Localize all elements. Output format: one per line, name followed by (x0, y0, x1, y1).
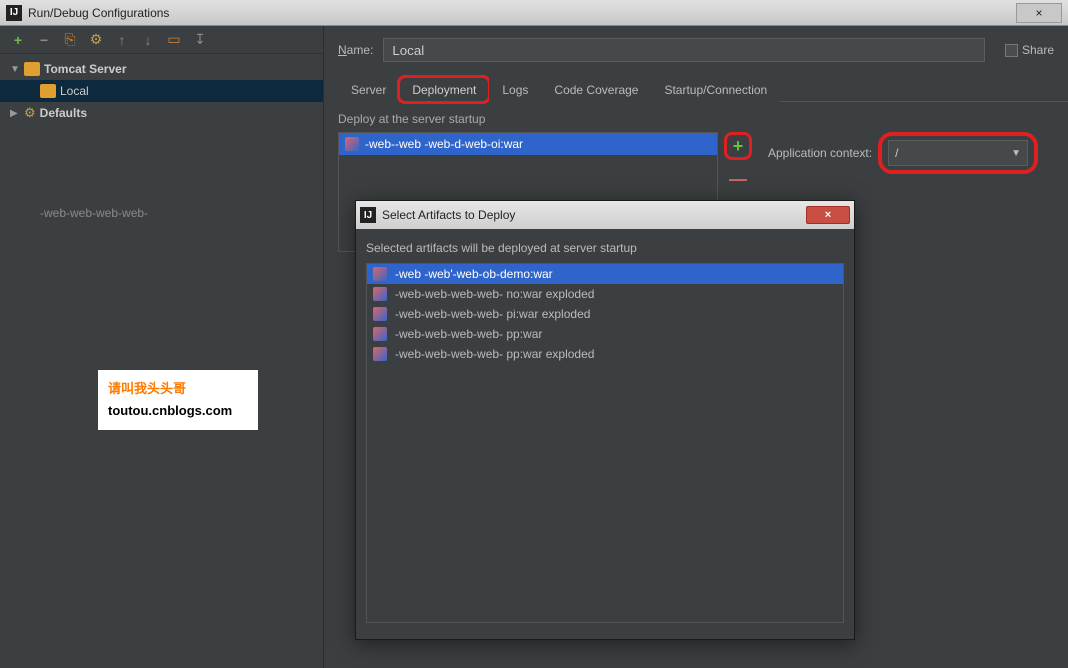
tree-label: Defaults (40, 106, 87, 120)
watermark: 请叫我头头哥 toutou.cnblogs.com (98, 370, 258, 430)
share-checkbox[interactable] (1005, 44, 1018, 57)
tree-note: -web-web-web-web- (0, 198, 323, 228)
tab-server[interactable]: Server (338, 77, 399, 102)
list-item[interactable]: -web-web-web-web- no:war exploded (367, 284, 843, 304)
name-input[interactable] (383, 38, 985, 62)
select-artifacts-dialog: IJ Select Artifacts to Deploy × Selected… (355, 200, 855, 640)
dialog-message: Selected artifacts will be deployed at s… (366, 241, 844, 255)
artifact-icon (373, 347, 387, 361)
remove-artifact-button[interactable]: — (727, 168, 749, 190)
tree-label: Tomcat Server (44, 62, 126, 76)
tomcat-icon (40, 84, 56, 98)
deploy-artifact-item[interactable]: -web--web -web-d-web-oi:war (339, 133, 717, 155)
dialog-close-button[interactable]: × (806, 206, 850, 224)
dialog-titlebar: IJ Select Artifacts to Deploy × (356, 201, 854, 229)
config-tabs: Server Deployment Logs Code Coverage Sta… (338, 76, 1068, 102)
item-label: -web-web-web-web- pp:war (395, 327, 542, 341)
name-row: Name: Share (324, 26, 1068, 62)
copy-config-button[interactable]: ⎘ (62, 32, 78, 48)
application-context-label: Application context: (768, 146, 872, 160)
app-icon: IJ (360, 207, 376, 223)
config-tree-panel: + − ⎘ ⚙ ↑ ↓ ▭ ↧ ▼ Tomcat Server Local ▶ … (0, 26, 324, 668)
share-checkbox-wrap[interactable]: Share (1005, 43, 1054, 57)
tab-startup-connection[interactable]: Startup/Connection (651, 77, 780, 102)
list-item[interactable]: -web-web-web-web- pi:war exploded (367, 304, 843, 324)
window-close-button[interactable]: × (1016, 3, 1062, 23)
app-icon: IJ (6, 5, 22, 21)
window-title: Run/Debug Configurations (28, 6, 169, 20)
item-label: -web-web-web-web- pi:war exploded (395, 307, 590, 321)
gear-icon: ⚙ (24, 105, 36, 121)
close-icon: × (825, 209, 831, 221)
application-context-dropdown[interactable]: / ▼ (888, 140, 1028, 166)
application-context-wrap: Application context: / ▼ (768, 132, 1038, 174)
dialog-title: Select Artifacts to Deploy (382, 208, 515, 222)
tree-label: Local (60, 84, 89, 98)
artifact-icon (373, 287, 387, 301)
add-config-button[interactable]: + (10, 32, 26, 48)
item-label: -web-web-web-web- no:war exploded (395, 287, 594, 301)
remove-config-button[interactable]: − (36, 32, 52, 48)
move-down-button[interactable]: ↓ (140, 32, 156, 48)
tab-code-coverage[interactable]: Code Coverage (541, 77, 651, 102)
watermark-line2: toutou.cnblogs.com (108, 400, 248, 422)
list-item[interactable]: -web -web'-web-ob-demo:war (367, 264, 843, 284)
move-up-button[interactable]: ↑ (114, 32, 130, 48)
window-titlebar: IJ Run/Debug Configurations × (0, 0, 1068, 26)
tree-toolbar: + − ⎘ ⚙ ↑ ↓ ▭ ↧ (0, 26, 323, 54)
edit-defaults-button[interactable]: ⚙ (88, 32, 104, 48)
deploy-section-label: Deploy at the server startup (338, 112, 1054, 126)
context-value: / (895, 146, 898, 160)
dialog-body: Selected artifacts will be deployed at s… (356, 229, 854, 639)
sort-button[interactable]: ↧ (192, 32, 208, 48)
tab-logs[interactable]: Logs (489, 77, 541, 102)
list-item[interactable]: -web-web-web-web- pp:war (367, 324, 843, 344)
share-label: Share (1022, 43, 1054, 57)
artifact-icon (345, 137, 359, 151)
expand-icon: ▼ (10, 64, 20, 75)
artifact-icon (373, 327, 387, 341)
chevron-down-icon: ▼ (1011, 148, 1021, 159)
watermark-line1: 请叫我头头哥 (108, 378, 248, 400)
tree-node-tomcat-server[interactable]: ▼ Tomcat Server (0, 58, 323, 80)
artifact-icon (373, 267, 387, 281)
tree-node-defaults[interactable]: ▶ ⚙ Defaults (0, 102, 323, 124)
artifact-icon (373, 307, 387, 321)
tree-node-local[interactable]: Local (0, 80, 323, 102)
expand-icon: ▶ (10, 108, 20, 119)
tomcat-icon (24, 62, 40, 76)
list-item[interactable]: -web-web-web-web- pp:war exploded (367, 344, 843, 364)
add-artifact-button[interactable]: + (724, 132, 752, 160)
close-icon: × (1035, 6, 1042, 20)
name-label: Name: (338, 43, 373, 57)
deploy-artifact-label: -web--web -web-d-web-oi:war (365, 137, 523, 151)
tab-deployment[interactable]: Deployment (399, 77, 489, 102)
context-highlight: / ▼ (878, 132, 1038, 174)
config-tree: ▼ Tomcat Server Local ▶ ⚙ Defaults (0, 54, 323, 128)
item-label: -web-web-web-web- pp:war exploded (395, 347, 594, 361)
item-label: -web -web'-web-ob-demo:war (395, 267, 553, 281)
folder-button[interactable]: ▭ (166, 32, 182, 48)
dialog-artifact-list[interactable]: -web -web'-web-ob-demo:war -web-web-web-… (366, 263, 844, 623)
